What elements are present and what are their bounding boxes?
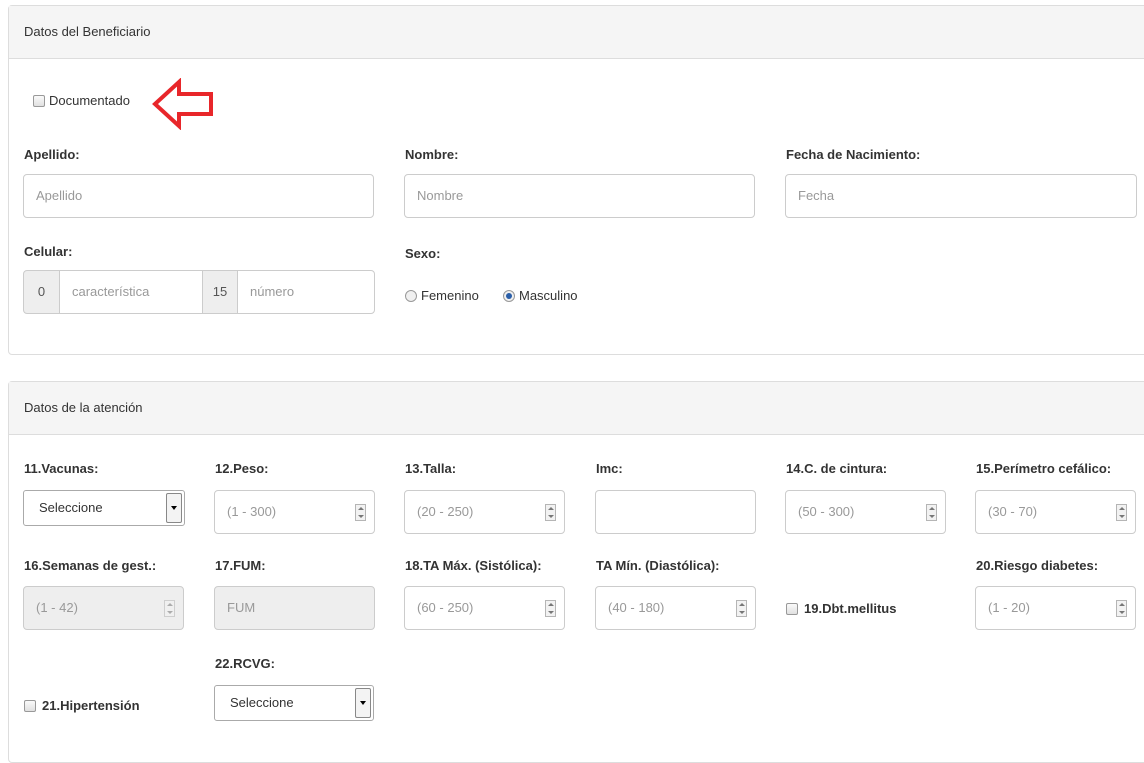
fecha-placeholder: Fecha (798, 188, 835, 203)
ta-min-input[interactable]: (40 - 180) (595, 586, 756, 630)
spinner-icon[interactable] (545, 600, 556, 617)
perimetro-placeholder: (30 - 70) (988, 504, 1038, 519)
vacunas-select[interactable]: Seleccione (23, 490, 185, 526)
ta-max-input[interactable]: (60 - 250) (404, 586, 565, 630)
celular-mid-addon: 15 (202, 270, 238, 314)
fum-placeholder: FUM (227, 600, 256, 615)
perimetro-label: 15.Perímetro cefálico: (976, 461, 1112, 476)
documentado-label: Documentado (49, 93, 130, 108)
talla-label: 13.Talla: (405, 461, 457, 476)
sexo-label: Sexo: (405, 246, 441, 261)
panel-heading: Datos del Beneficiario (9, 6, 1144, 59)
rcvg-label: 22.RCVG: (215, 656, 275, 671)
rcvg-value: Seleccione (230, 695, 294, 710)
spinner-icon[interactable] (164, 600, 175, 617)
nombre-label: Nombre: (405, 147, 459, 162)
fecha-input[interactable]: Fecha (785, 174, 1137, 218)
rcvg-select[interactable]: Seleccione (214, 685, 374, 721)
sexo-femenino-radio[interactable] (405, 290, 417, 302)
riesgo-input[interactable]: (1 - 20) (975, 586, 1136, 630)
fum-input[interactable]: FUM (214, 586, 375, 630)
imc-input[interactable] (595, 490, 756, 534)
spinner-icon[interactable] (736, 600, 747, 617)
spinner-icon[interactable] (355, 504, 366, 521)
perimetro-input[interactable]: (30 - 70) (975, 490, 1136, 534)
semanas-input[interactable]: (1 - 42) (23, 586, 184, 630)
ta-max-label: 18.TA Máx. (Sistólica): (405, 558, 542, 573)
peso-placeholder: (1 - 300) (227, 504, 277, 519)
riesgo-label: 20.Riesgo diabetes: (976, 558, 1099, 573)
left-arrow-outline-icon (152, 78, 213, 130)
imc-label: Imc: (596, 461, 623, 476)
spinner-icon[interactable] (1116, 600, 1127, 617)
numero-input[interactable]: número (237, 270, 375, 314)
ta-max-placeholder: (60 - 250) (417, 600, 474, 615)
beneficiario-panel: Datos del Beneficiario Documentado Apell… (8, 5, 1144, 355)
riesgo-placeholder: (1 - 20) (988, 600, 1030, 615)
vacunas-value: Seleccione (39, 500, 103, 515)
sexo-masculino-radio[interactable] (503, 290, 515, 302)
hipertension-label: 21.Hipertensión (42, 698, 140, 713)
atencion-heading: Datos de la atención (24, 400, 143, 415)
atencion-panel: Datos de la atención 11.Vacunas: 12.Peso… (8, 381, 1144, 763)
celular-prefix-addon: 0 (23, 270, 60, 314)
spinner-icon[interactable] (926, 504, 937, 521)
peso-label: 12.Peso: (215, 461, 269, 476)
cintura-input[interactable]: (50 - 300) (785, 490, 946, 534)
fum-label: 17.FUM: (215, 558, 266, 573)
cintura-label: 14.C. de cintura: (786, 461, 888, 476)
chevron-down-icon[interactable] (166, 493, 182, 523)
talla-input[interactable]: (20 - 250) (404, 490, 565, 534)
nombre-input[interactable]: Nombre (404, 174, 755, 218)
dbt-label: 19.Dbt.mellitus (804, 601, 897, 616)
sexo-femenino-label: Femenino (421, 288, 479, 303)
numero-placeholder: número (250, 284, 295, 299)
ta-min-label: TA Mín. (Diastólica): (596, 558, 720, 573)
semanas-label: 16.Semanas de gest.: (24, 558, 157, 573)
hipertension-checkbox[interactable] (24, 700, 36, 712)
apellido-label: Apellido: (24, 147, 80, 162)
panel-heading: Datos de la atención (9, 382, 1144, 435)
fecha-label: Fecha de Nacimiento: (786, 147, 921, 162)
documentado-checkbox[interactable] (33, 95, 45, 107)
semanas-placeholder: (1 - 42) (36, 600, 78, 615)
celular-input-group: 0 característica 15 número (23, 270, 375, 314)
spinner-icon[interactable] (1116, 504, 1127, 521)
caracteristica-input[interactable]: característica (59, 270, 203, 314)
chevron-down-icon[interactable] (355, 688, 371, 718)
caracteristica-placeholder: característica (72, 284, 150, 299)
talla-placeholder: (20 - 250) (417, 504, 474, 519)
cintura-placeholder: (50 - 300) (798, 504, 855, 519)
vacunas-label: 11.Vacunas: (24, 461, 99, 476)
ta-min-placeholder: (40 - 180) (608, 600, 665, 615)
apellido-input[interactable]: Apellido (23, 174, 374, 218)
sexo-masculino-label: Masculino (519, 288, 578, 303)
celular-label: Celular: (24, 244, 73, 259)
dbt-checkbox[interactable] (786, 603, 798, 615)
spinner-icon[interactable] (545, 504, 556, 521)
apellido-placeholder: Apellido (36, 188, 83, 203)
nombre-placeholder: Nombre (417, 188, 464, 203)
peso-input[interactable]: (1 - 300) (214, 490, 375, 534)
beneficiario-heading: Datos del Beneficiario (24, 24, 151, 39)
